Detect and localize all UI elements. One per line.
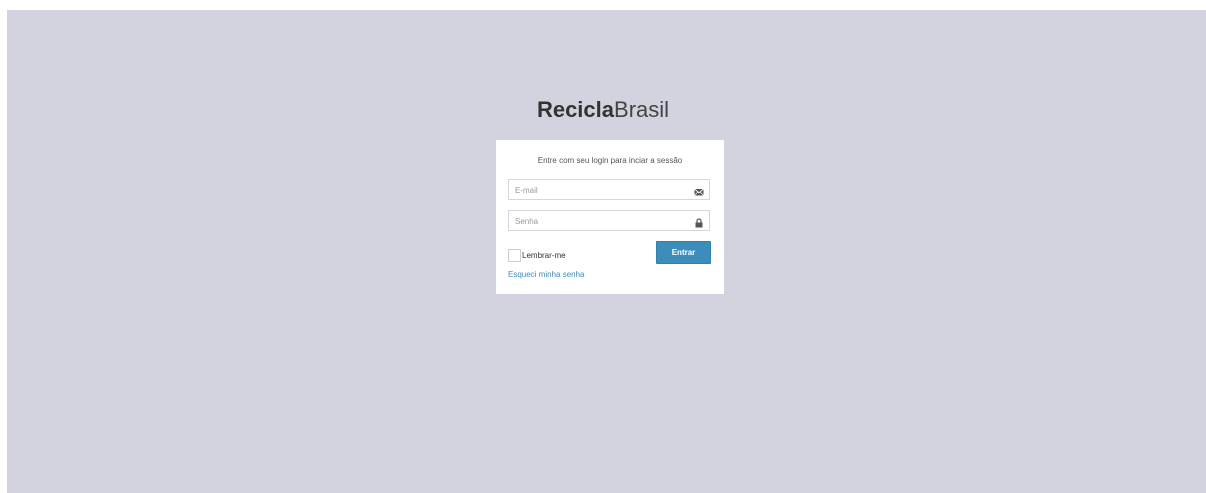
- login-box: Entre com seu login para inciar a sessão…: [496, 140, 724, 294]
- login-box-message: Entre com seu login para inciar a sessão: [537, 156, 683, 165]
- email-field: [508, 179, 710, 200]
- email-input[interactable]: [509, 181, 685, 200]
- remember-me-checkbox[interactable]: [508, 248, 521, 262]
- remember-me-label: Lembrar-me: [522, 250, 566, 260]
- brand-logo-bold: Recicla: [536, 97, 615, 122]
- envelope-icon: [694, 184, 704, 196]
- password-field: [508, 210, 710, 231]
- lock-icon: [694, 215, 704, 228]
- forgot-password-link[interactable]: Esqueci minha senha: [508, 270, 585, 279]
- brand-logo: ReciclaBrasil: [0, 96, 1206, 124]
- remember-me: Lembrar-me: [508, 248, 566, 262]
- brand-logo-light: Brasil: [614, 97, 670, 122]
- password-input[interactable]: [509, 212, 685, 231]
- submit-button[interactable]: Entrar: [656, 241, 711, 264]
